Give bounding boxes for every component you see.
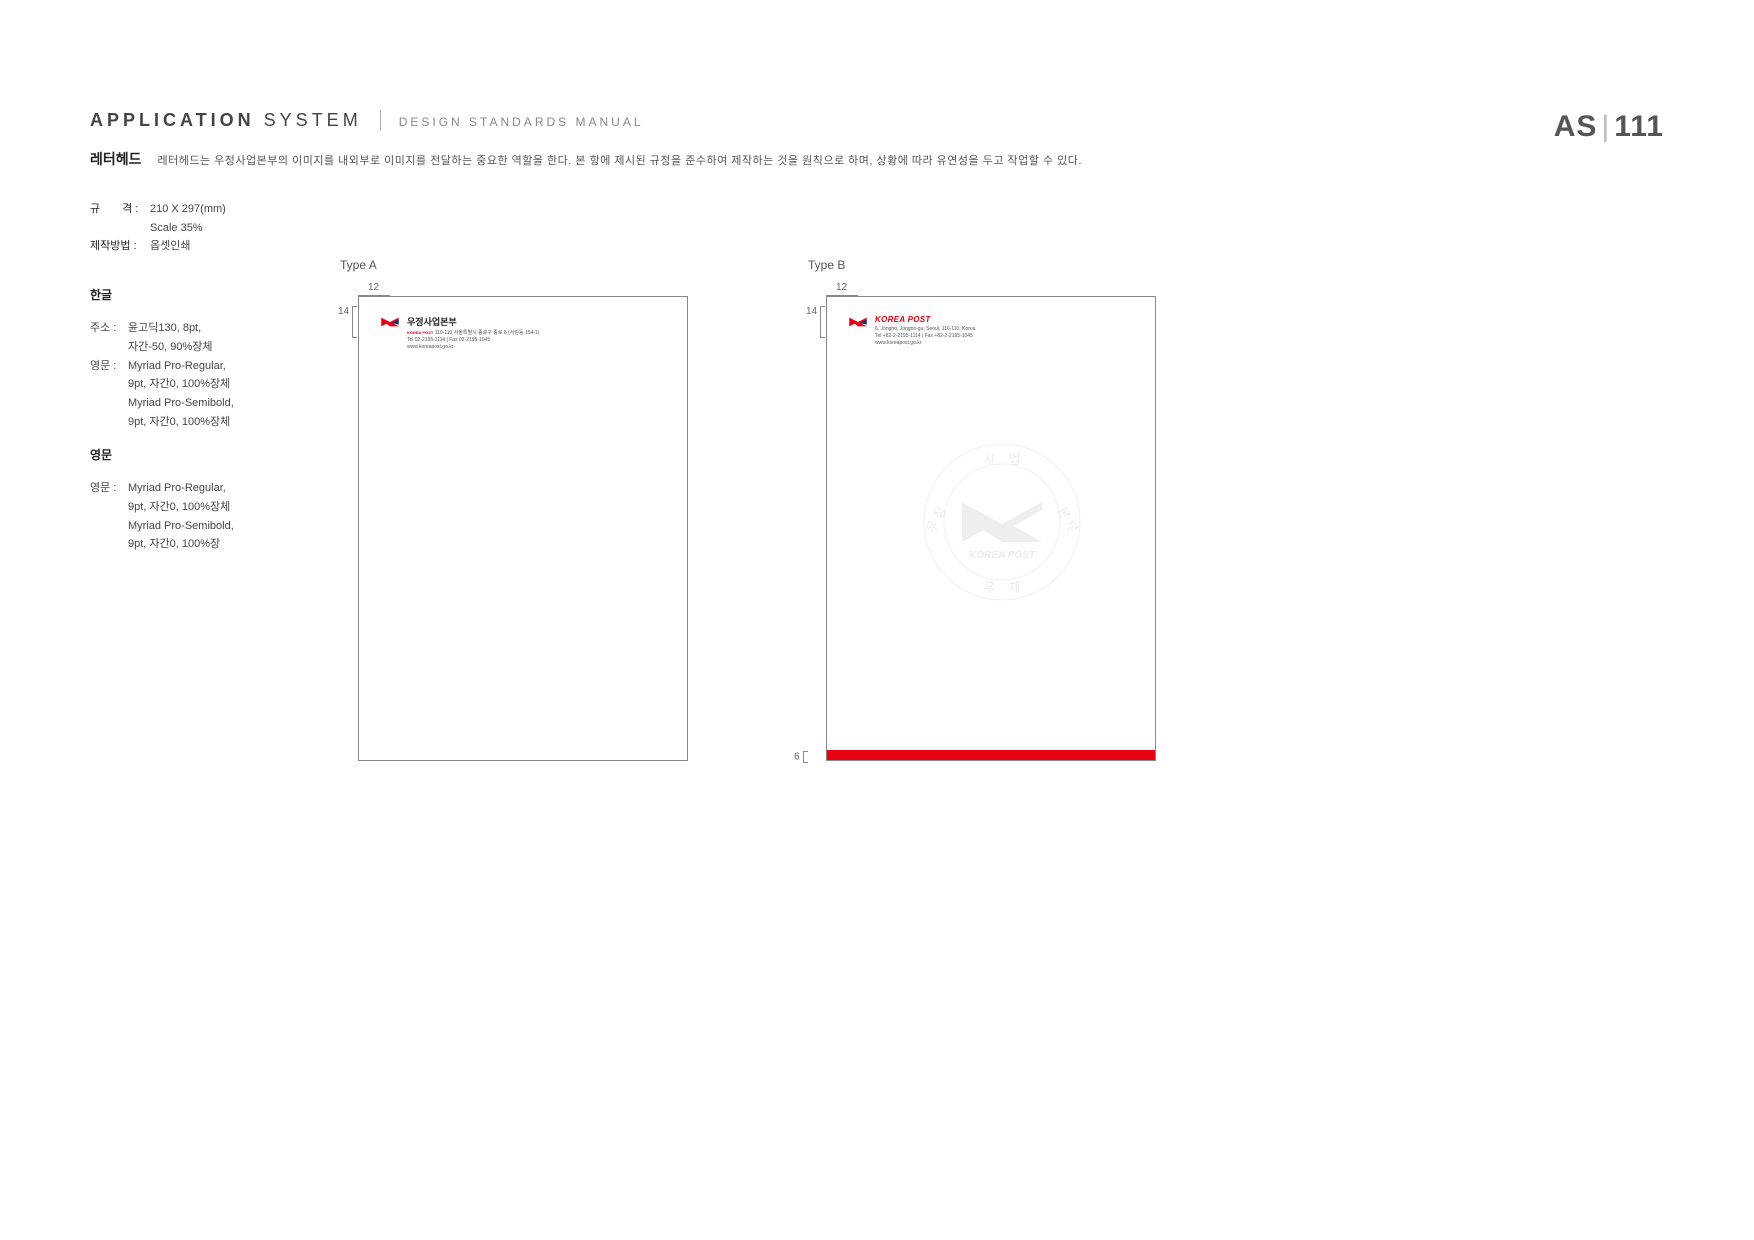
typo-ko-addr-l2: 자간-50, 90%장체 xyxy=(128,338,234,357)
letterhead-a-addr1: 110-110 서울특별시 종로구 종로 6 (서린동 154-1) xyxy=(435,330,540,336)
typo-en-eng-l2: 9pt, 자간0, 100%장체 xyxy=(128,498,234,517)
letterhead-b-name: KOREA POST xyxy=(875,315,975,324)
typography-korean: 한글 주소 : 윤고딕130, 8pt, 자간-50, 90%장체 영문 : M… xyxy=(90,285,234,432)
letterhead-b-addr3: www.koreapost.go.kr xyxy=(875,340,975,347)
dim-left-a: 14 xyxy=(338,306,357,338)
page: APPLICATION SYSTEM DESIGN STANDARDS MANU… xyxy=(0,0,1754,1240)
letterhead-b-addr2: Tel +82-2-2195-1114 | Fax +82-2-2195-104… xyxy=(875,333,975,340)
spec-scale: Scale 35% xyxy=(150,219,226,238)
typo-en-heading: 영문 xyxy=(90,445,234,465)
letterhead-a-name: 우정사업본부 xyxy=(407,315,539,328)
sample-b-label: Type B xyxy=(808,258,1156,272)
dim-bottom-b: 6 xyxy=(794,751,808,763)
sample-type-a: Type A 12 14 우정사업본부 KOREA POST 110-110 서… xyxy=(340,258,688,761)
dim-bracket-icon xyxy=(803,751,808,763)
section-title-light: SYSTEM xyxy=(255,110,362,130)
spec-size-label: 규 격 : xyxy=(90,200,150,219)
korea-post-logo-icon xyxy=(847,315,869,329)
letterhead-b-address: 6, Jongno, Jongno-gu, Seoul, 110-110, Ko… xyxy=(875,326,975,347)
spec-size-value: 210 X 297(mm) xyxy=(150,200,226,219)
sample-a-label: Type A xyxy=(340,258,688,272)
typo-ko-addr-row: 주소 : 윤고딕130, 8pt, xyxy=(90,319,234,338)
spec-block: 규 격 : 210 X 297(mm) Scale 35% 제작방법 : 옵셋인… xyxy=(90,200,226,256)
dim-left-b: 14 xyxy=(806,306,825,338)
page-code-number: 111 xyxy=(1614,110,1664,143)
typo-en-eng-row: 영문 : Myriad Pro-Regular, xyxy=(90,479,234,498)
section-title: APPLICATION SYSTEM xyxy=(90,110,381,131)
letterhead-b-addr1: 6, Jongno, Jongno-gu, Seoul, 110-110, Ko… xyxy=(875,326,975,333)
typo-en-eng-l4: 9pt, 자간0, 100%장 xyxy=(128,535,234,554)
typo-ko-eng-l2: 9pt, 자간0, 100%장체 xyxy=(128,375,234,394)
spec-size-row: 규 격 : 210 X 297(mm) xyxy=(90,200,226,219)
letterhead-a-addr2: Tel 02-2195-1114 | Fax 02-2195-1045 xyxy=(407,337,539,344)
samples-row: Type A 12 14 우정사업본부 KOREA POST 110-110 서… xyxy=(340,258,1664,761)
spec-method-value: 옵셋인쇄 xyxy=(150,237,190,256)
typo-en-eng-label: 영문 : xyxy=(90,479,128,498)
page-code-sep: | xyxy=(1601,110,1610,143)
manual-label: DESIGN STANDARDS MANUAL xyxy=(381,115,644,129)
typography-english: 영문 영문 : Myriad Pro-Regular, 9pt, 자간0, 10… xyxy=(90,445,234,554)
page-code: AS|111 xyxy=(1554,110,1664,144)
page-description: 레터헤드는 우정사업본부의 이미지를 내외부로 이미지를 전달하는 중요한 역할… xyxy=(158,152,1082,168)
letterhead-a-sheet: 우정사업본부 KOREA POST 110-110 서울특별시 종로구 종로 6… xyxy=(358,296,688,761)
dim-left-b-value: 14 xyxy=(806,306,817,317)
typo-en-eng-l1: Myriad Pro-Regular, xyxy=(128,479,226,498)
watermark-seal: 사 업 우 정 본 부 KOREA POST 우 체 xyxy=(922,442,1082,602)
typo-ko-addr-l1: 윤고딕130, 8pt, xyxy=(128,319,201,338)
spec-method-row: 제작방법 : 옵셋인쇄 xyxy=(90,237,226,256)
typo-ko-addr-label: 주소 : xyxy=(90,319,128,338)
typo-ko-eng-row: 영문 : Myriad Pro-Regular, xyxy=(90,357,234,376)
section-title-bold: APPLICATION xyxy=(90,110,255,130)
dim-top-b-value: 12 xyxy=(836,282,868,293)
korea-post-logo-icon xyxy=(379,315,401,329)
typo-en-eng-l3: Myriad Pro-Semibold, xyxy=(128,517,234,536)
letterhead-a-logo-block: 우정사업본부 KOREA POST 110-110 서울특별시 종로구 종로 6… xyxy=(379,315,539,351)
page-code-prefix: AS xyxy=(1554,110,1598,143)
page-title: 레터헤드 xyxy=(90,149,142,169)
letterhead-a-addr3: www.koreapost.go.kr xyxy=(407,344,539,351)
dim-bracket-icon xyxy=(820,306,825,338)
letterhead-b-sheet: KOREA POST 6, Jongno, Jongno-gu, Seoul, … xyxy=(826,296,1156,761)
dim-top-a-value: 12 xyxy=(368,282,400,293)
spec-method-label: 제작방법 : xyxy=(90,237,150,256)
watermark-text-right: 본 부 xyxy=(1055,504,1082,535)
header-top-row: APPLICATION SYSTEM DESIGN STANDARDS MANU… xyxy=(90,110,1664,131)
dim-bracket-icon xyxy=(352,306,357,338)
letterhead-a-text: 우정사업본부 KOREA POST 110-110 서울특별시 종로구 종로 6… xyxy=(407,315,539,351)
dim-bottom-b-value: 6 xyxy=(794,752,800,763)
page-header: APPLICATION SYSTEM DESIGN STANDARDS MANU… xyxy=(90,110,1664,169)
watermark-text-top: 사 업 xyxy=(984,452,1021,467)
letterhead-a-address: KOREA POST 110-110 서울특별시 종로구 종로 6 (서린동 1… xyxy=(407,330,539,351)
typo-ko-eng-l3: Myriad Pro-Semibold, xyxy=(128,394,234,413)
typo-ko-heading: 한글 xyxy=(90,285,234,305)
letterhead-a-sub: KOREA POST xyxy=(407,330,433,335)
sample-type-b: Type B 12 14 6 KOREA POST xyxy=(808,258,1156,761)
typo-ko-eng-l1: Myriad Pro-Regular, xyxy=(128,357,226,376)
watermark-text-en: KOREA POST xyxy=(969,550,1036,561)
dim-left-a-value: 14 xyxy=(338,306,349,317)
title-row: 레터헤드 레터헤드는 우정사업본부의 이미지를 내외부로 이미지를 전달하는 중… xyxy=(90,149,1664,169)
letterhead-b-red-bar xyxy=(827,750,1155,760)
watermark-text-bottom: 우 체 xyxy=(984,580,1021,595)
letterhead-b-text: KOREA POST 6, Jongno, Jongno-gu, Seoul, … xyxy=(875,315,975,347)
typo-ko-eng-l4: 9pt, 자간0, 100%장체 xyxy=(128,413,234,432)
letterhead-b-logo-block: KOREA POST 6, Jongno, Jongno-gu, Seoul, … xyxy=(847,315,975,347)
typo-ko-eng-label: 영문 : xyxy=(90,357,128,376)
